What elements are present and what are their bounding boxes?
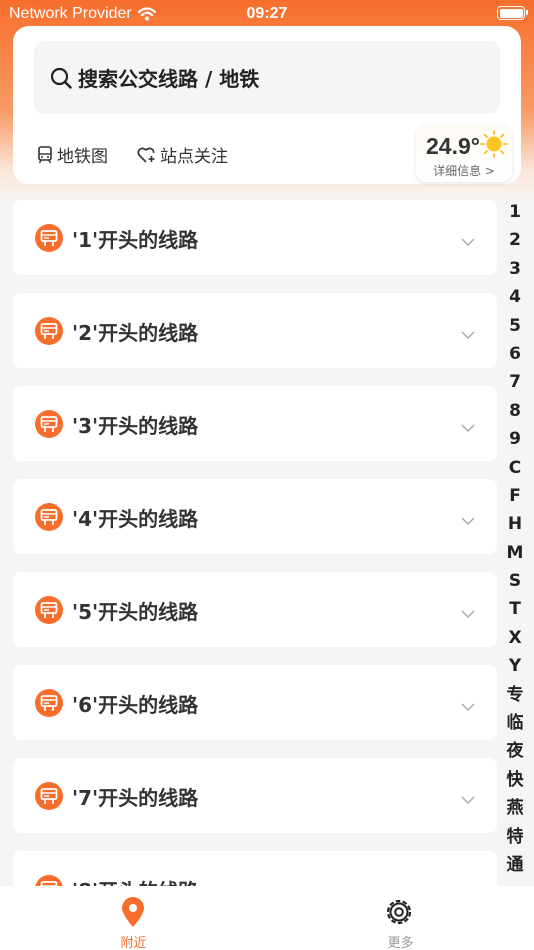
route-group-item[interactable]: '3'开头的线路 <box>13 386 497 461</box>
chevron-down-icon[interactable] <box>461 511 475 530</box>
location-pin-icon <box>122 897 144 927</box>
index-letter[interactable]: Y <box>500 652 530 680</box>
route-group-label: '1'开头的线路 <box>72 228 199 252</box>
tab-nearby[interactable]: 附近 <box>0 886 267 950</box>
route-group-item[interactable]: '7'开头的线路 <box>13 758 497 833</box>
route-list: '1'开头的线路 '2'开头的线路 '3'开头的线路 '4'开头的线路 '5'开头的线路… <box>13 200 497 886</box>
route-group-item[interactable]: '2'开头的线路 <box>13 293 497 368</box>
battery-icon <box>497 6 528 20</box>
station-follow-link[interactable]: 站点关注 <box>137 142 228 167</box>
heart-add-icon <box>137 147 155 163</box>
status-time: 09:27 <box>246 5 288 22</box>
index-letter[interactable]: 9 <box>500 425 530 453</box>
chevron-down-icon[interactable] <box>461 325 475 344</box>
index-letter[interactable]: 3 <box>500 255 530 283</box>
route-group-label: '4'开头的线路 <box>72 507 199 531</box>
index-letter[interactable]: T <box>500 595 530 623</box>
index-letter[interactable]: 8 <box>500 397 530 425</box>
chevron-down-icon[interactable] <box>461 418 475 437</box>
tab-bar: 附近 更多 <box>0 886 534 950</box>
index-letter[interactable]: H <box>500 510 530 538</box>
status-bar: Network Provider 09:27 <box>0 0 534 28</box>
index-letter[interactable]: 5 <box>500 312 530 340</box>
index-letter[interactable]: 特 <box>500 823 530 851</box>
index-letter[interactable]: 临 <box>500 709 530 737</box>
bus-stop-icon <box>35 317 63 349</box>
index-bar[interactable]: 123456789CFHMSTXY专临夜快燕特通 <box>500 198 530 879</box>
index-letter[interactable]: 燕 <box>500 794 530 822</box>
chevron-down-icon[interactable] <box>461 790 475 809</box>
metro-map-link[interactable]: 地铁图 <box>37 142 108 167</box>
tab-nearby-label: 附近 <box>120 936 147 950</box>
station-follow-label: 站点关注 <box>160 147 228 167</box>
bus-stop-icon <box>35 410 63 442</box>
bus-stop-icon <box>35 689 63 721</box>
search-placeholder: 搜索公交线路 / 地铁 <box>78 67 260 91</box>
index-letter[interactable]: S <box>500 567 530 595</box>
route-group-item[interactable]: '4'开头的线路 <box>13 479 497 554</box>
bus-stop-icon <box>35 782 63 814</box>
route-group-item[interactable]: '8'开头的线路 <box>13 851 497 886</box>
route-group-item[interactable]: '6'开头的线路 <box>13 665 497 740</box>
route-group-label: '5'开头的线路 <box>72 600 199 624</box>
index-letter[interactable]: 4 <box>500 283 530 311</box>
chevron-down-icon[interactable] <box>461 697 475 716</box>
index-letter[interactable]: 夜 <box>500 737 530 765</box>
index-letter[interactable]: 7 <box>500 368 530 396</box>
chevron-down-icon[interactable] <box>461 232 475 251</box>
weather-detail-link[interactable]: 详细信息 > <box>416 162 512 179</box>
header-card: 搜索公交线路 / 地铁 地铁图 站点关注 24.9° 详细信息 > <box>13 26 521 184</box>
gear-icon <box>386 899 412 925</box>
route-group-item[interactable]: '5'开头的线路 <box>13 572 497 647</box>
route-group-label: '8'开头的线路 <box>72 875 198 886</box>
weather-temperature: 24.9° <box>426 133 480 159</box>
bus-stop-icon <box>35 596 63 628</box>
route-group-label: '2'开头的线路 <box>72 321 199 345</box>
route-group-label: '3'开头的线路 <box>72 414 199 438</box>
weather-widget[interactable]: 24.9° 详细信息 > <box>416 125 512 182</box>
index-letter[interactable]: F <box>500 482 530 510</box>
index-letter[interactable]: 快 <box>500 766 530 794</box>
bus-stop-icon <box>35 503 63 535</box>
search-input[interactable]: 搜索公交线路 / 地铁 <box>34 41 500 114</box>
index-letter[interactable]: 专 <box>500 681 530 709</box>
tab-more-label: 更多 <box>387 936 414 950</box>
index-letter[interactable]: 1 <box>500 198 530 226</box>
metro-map-label: 地铁图 <box>57 147 108 167</box>
route-group-item[interactable]: '1'开头的线路 <box>13 200 497 275</box>
index-letter[interactable]: X <box>500 624 530 652</box>
route-group-label: '6'开头的线路 <box>72 693 199 717</box>
bus-stop-icon <box>35 875 63 886</box>
index-letter[interactable]: 6 <box>500 340 530 368</box>
index-letter[interactable]: M <box>500 539 530 567</box>
index-letter[interactable]: C <box>500 454 530 482</box>
bus-stop-icon <box>35 224 63 256</box>
tab-more[interactable]: 更多 <box>267 886 534 950</box>
route-group-label: '7'开头的线路 <box>72 786 199 810</box>
index-letter[interactable]: 通 <box>500 851 530 879</box>
search-icon <box>50 67 72 89</box>
metro-icon <box>38 145 52 163</box>
index-letter[interactable]: 2 <box>500 226 530 254</box>
chevron-down-icon[interactable] <box>461 604 475 623</box>
sun-icon <box>480 130 508 158</box>
